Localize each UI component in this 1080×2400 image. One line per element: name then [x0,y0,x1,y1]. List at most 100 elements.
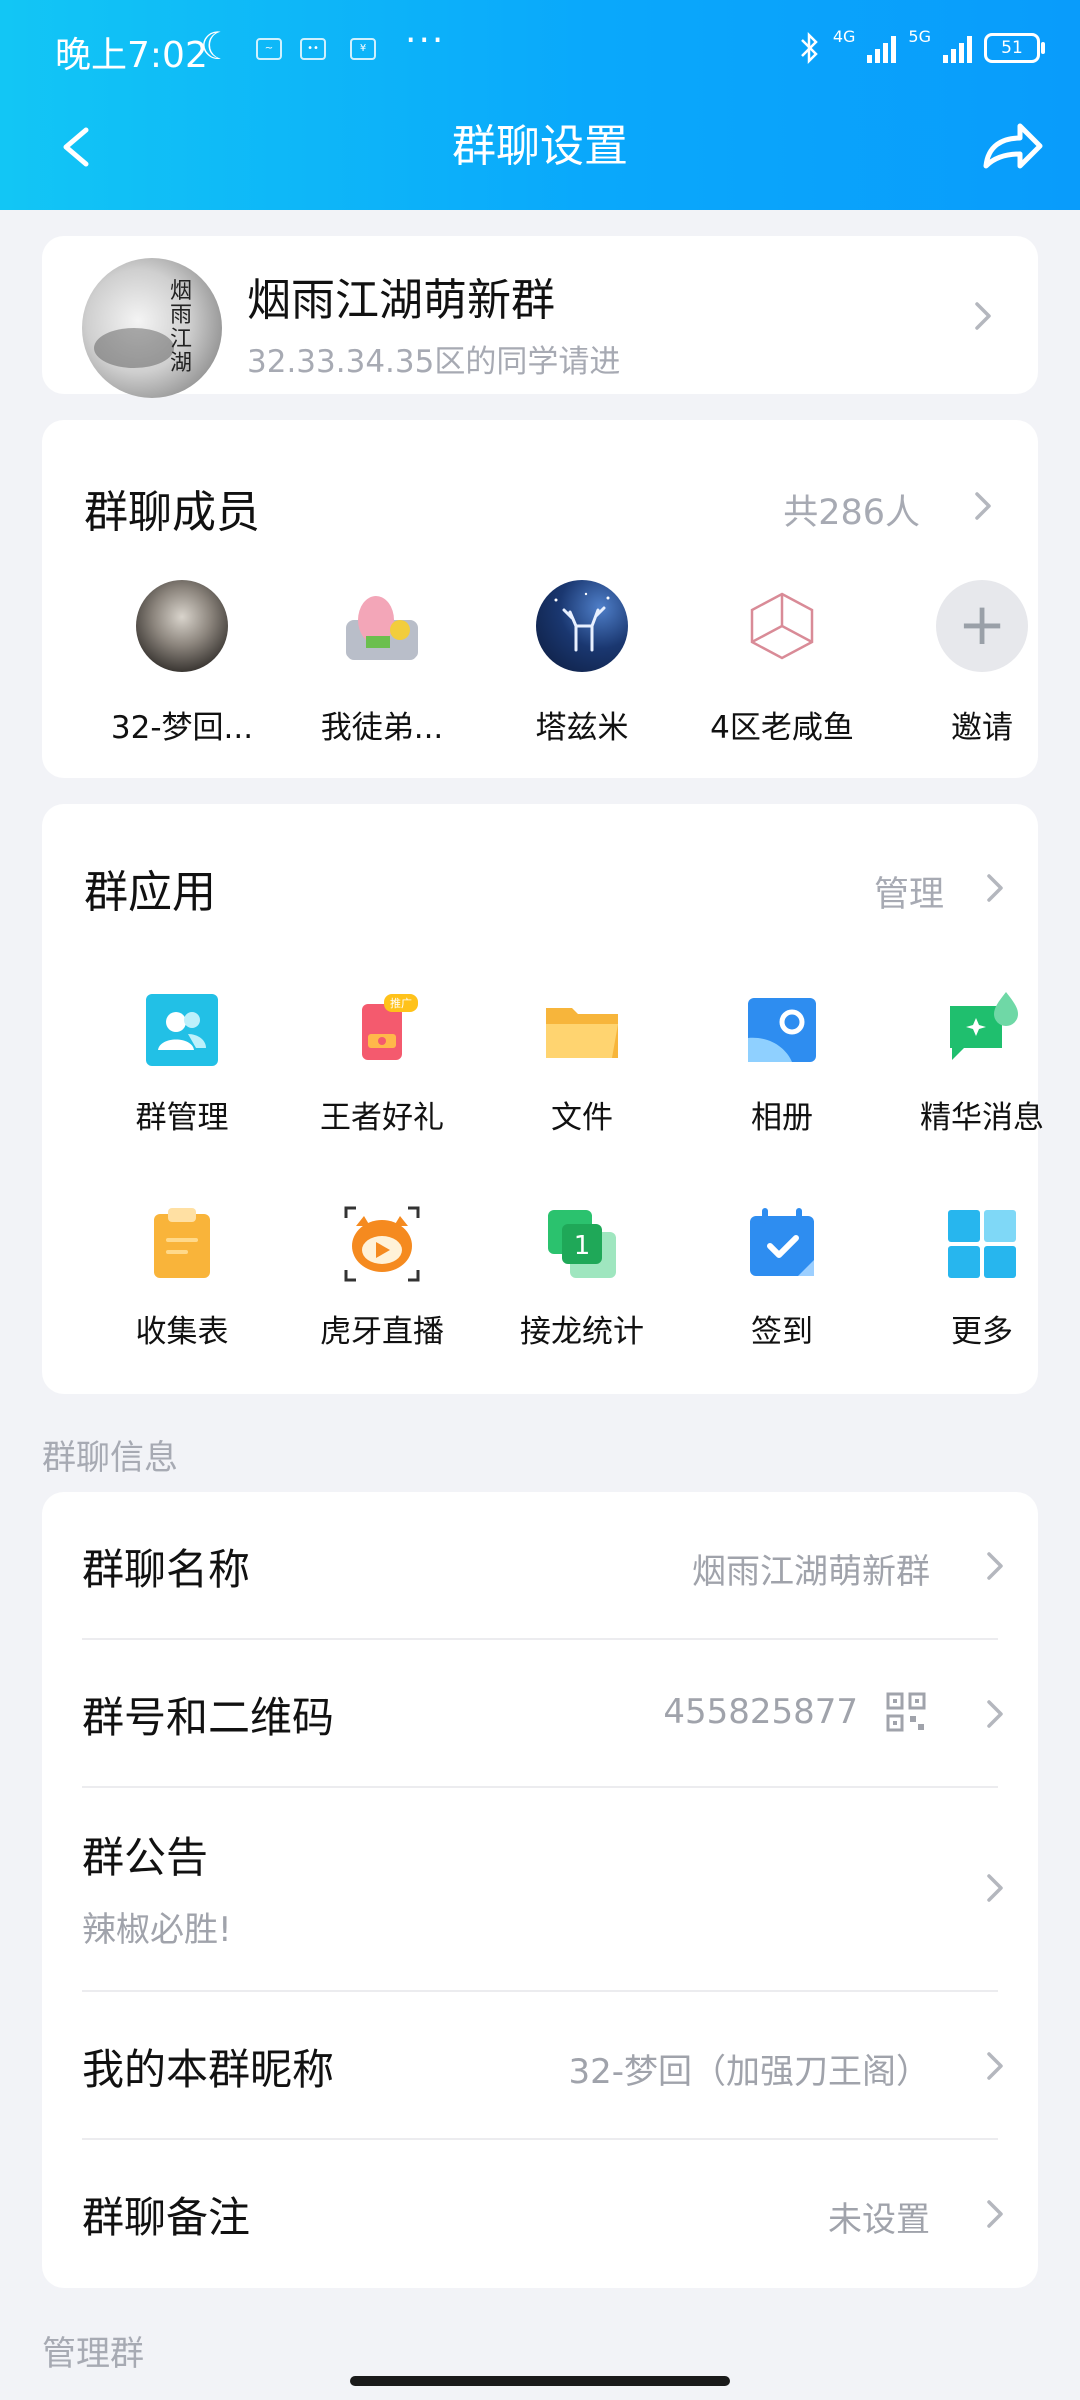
app-label: 接龙统计 [520,1314,644,1350]
member-item[interactable]: 塔兹米 [492,580,672,747]
chevron-right-icon [980,2046,1010,2086]
essence-message-icon [942,990,1022,1070]
app-album[interactable]: 相册 [682,990,882,1137]
notification-app-icon: ~ [256,38,282,60]
folder-icon [542,990,622,1070]
info-row-group-remark[interactable]: 群聊备注 未设置 [42,2140,1038,2286]
app-files[interactable]: 文件 [482,990,682,1137]
info-label: 群聊名称 [82,1545,251,1594]
member-name: 我徒弟... [320,710,444,746]
notification-misc-icon: ¥ [350,38,376,60]
share-button[interactable] [974,108,1050,184]
signal-1-icon [867,33,897,63]
chevron-right-icon[interactable] [968,486,998,526]
page-title: 群聊设置 [452,121,628,172]
share-icon [983,123,1043,169]
app-group-manage[interactable]: 群管理 [82,990,282,1137]
info-row-group-number[interactable]: 群号和二维码 455825877 [42,1640,1038,1786]
app-label: 虎牙直播 [320,1314,444,1350]
app-checkin[interactable]: 签到 [682,1204,882,1351]
app-label: 签到 [751,1314,813,1350]
info-label: 群聊备注 [82,2193,251,2242]
group-apps-card: 群应用 管理 群管理 推广 王者好礼 文件 相册 精华消息 收集表 虎牙直播 1… [42,804,1044,1394]
app-relay[interactable]: 1 接龙统计 [482,1204,682,1351]
member-item[interactable]: 32-梦回... [92,580,272,747]
member-avatar [536,580,628,672]
chevron-right-icon [980,1546,1010,1586]
group-avatar-calligraphy: 烟雨江湖 [170,279,193,376]
do-not-disturb-icon: ☾ [200,24,235,68]
info-row-my-nickname[interactable]: 我的本群昵称 32-梦回（加强刀王阁） [42,1992,1038,2138]
qr-code-icon [886,1692,926,1732]
group-number: 455825877 [663,1692,858,1732]
home-indicator[interactable] [350,2376,730,2386]
member-item[interactable]: 我徒弟... [292,580,472,747]
app-more[interactable]: 更多 [882,1204,1080,1351]
info-label: 群号和二维码 [82,1693,335,1742]
clipboard-icon [142,1204,222,1284]
app-label: 更多 [951,1314,1013,1350]
app-essence[interactable]: 精华消息 [882,990,1080,1137]
app-gift[interactable]: 推广 王者好礼 [282,990,482,1137]
app-collect-form[interactable]: 收集表 [82,1204,282,1351]
member-avatar [336,580,428,672]
apps-title: 群应用 [84,867,216,918]
info-label: 群公告 [82,1833,209,1882]
member-count[interactable]: 共286人 [783,484,920,535]
app-huya[interactable]: 虎牙直播 [282,1204,482,1351]
signal-2-icon [943,33,972,63]
bluetooth-icon [800,31,818,65]
group-name: 烟雨江湖萌新群 [247,275,555,326]
apps-manage-link[interactable]: 管理 [874,866,944,917]
members-card: 群聊成员 共286人 32-梦回... 我徒弟... 塔兹米 4区老咸鱼 + 邀… [42,420,1038,778]
group-manage-icon [142,990,222,1070]
group-description: 32.33.34.35区的同学请进 [247,344,621,380]
checkin-calendar-icon [742,1204,822,1284]
network-1-label: 4G [832,26,856,46]
invite-button[interactable]: + 邀请 [892,580,1072,747]
status-time: 晚上7:02 [55,35,208,76]
chevron-right-icon [980,1868,1010,1908]
app-label: 收集表 [135,1314,229,1350]
more-grid-icon [942,1204,1022,1284]
huya-live-icon [342,1204,422,1284]
info-row-announcement[interactable]: 群公告 辣椒必胜! [42,1788,1038,1988]
member-name: 塔兹米 [535,710,629,746]
relay-stats-icon: 1 [542,1204,622,1284]
network-2-label: 5G [908,26,931,46]
chevron-right-icon [968,296,998,336]
promo-badge: 推广 [390,996,412,1010]
info-value: 32-梦回（加强刀王阁） [568,2052,930,2092]
chevron-right-icon[interactable] [980,868,1010,908]
invite-label: 邀请 [951,710,1013,746]
group-avatar[interactable]: 烟雨江湖 [82,258,222,398]
app-label: 精华消息 [920,1100,1044,1136]
member-avatar [736,580,828,672]
info-value: 烟雨江湖萌新群 [692,1552,930,1592]
app-label: 王者好礼 [320,1100,444,1136]
app-label: 相册 [751,1100,813,1136]
member-avatar [136,580,228,672]
header-bar: 晚上7:02 ☾ ~ •• ¥ ··· 4G 5G 51 群聊设置 [0,0,1080,210]
app-label: 文件 [551,1100,613,1136]
plus-icon: + [936,580,1028,672]
group-info-card: 群聊名称 烟雨江湖萌新群 群号和二维码 455825877 群公告 辣椒必胜! … [42,1492,1038,2288]
notification-game-icon: •• [300,38,326,60]
member-name: 32-梦回... [110,710,254,746]
member-name: 4区老咸鱼 [710,710,854,746]
info-section-title: 群聊信息 [42,1438,178,1478]
group-profile-card[interactable]: 烟雨江湖 烟雨江湖萌新群 32.33.34.35区的同学请进 [42,236,1038,398]
members-title: 群聊成员 [84,487,260,538]
announcement-text: 辣椒必胜! [82,1910,232,1950]
member-item[interactable]: 4区老咸鱼 [692,580,872,747]
more-notifications-icon: ··· [405,20,446,61]
battery-icon: 51 [984,33,1045,63]
info-value: 未设置 [828,2200,930,2240]
app-label: 群管理 [135,1100,229,1136]
info-row-group-name[interactable]: 群聊名称 烟雨江湖萌新群 [42,1492,1038,1638]
chevron-right-icon [980,1694,1010,1734]
album-icon [742,990,822,1070]
manage-section-title: 管理群 [42,2334,144,2374]
status-icons: 4G 5G 51 [799,26,1045,70]
gift-icon: 推广 [342,990,422,1070]
